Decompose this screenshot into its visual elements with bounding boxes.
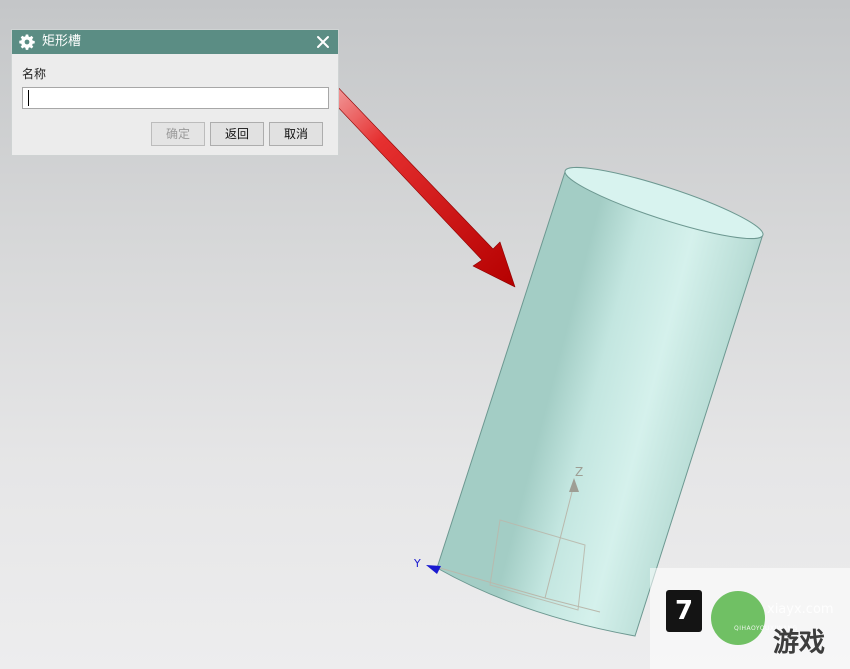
annotation-arrow	[317, 74, 516, 288]
name-input[interactable]	[22, 87, 329, 109]
gear-icon	[19, 34, 35, 50]
y-axis-arrowhead	[426, 565, 441, 574]
rectangular-slot-dialog: 矩形槽 名称 确定 返回 取消	[11, 29, 339, 156]
name-label: 名称	[22, 67, 47, 81]
ok-button[interactable]: 确定	[151, 122, 205, 146]
watermark-url: xiayx.com	[767, 602, 834, 617]
y-axis-label: Y	[413, 557, 421, 570]
watermark-logo-icon	[711, 591, 765, 645]
dialog-titlebar[interactable]: 矩形槽	[12, 30, 338, 54]
close-icon[interactable]	[314, 33, 332, 51]
cancel-button[interactable]: 取消	[269, 122, 323, 146]
z-axis-label: Z	[575, 465, 583, 479]
back-button[interactable]: 返回	[210, 122, 264, 146]
dialog-title: 矩形槽	[42, 34, 82, 49]
watermark-badge: 7	[666, 590, 702, 632]
text-caret	[28, 90, 29, 106]
watermark-text: 游戏	[773, 628, 826, 658]
